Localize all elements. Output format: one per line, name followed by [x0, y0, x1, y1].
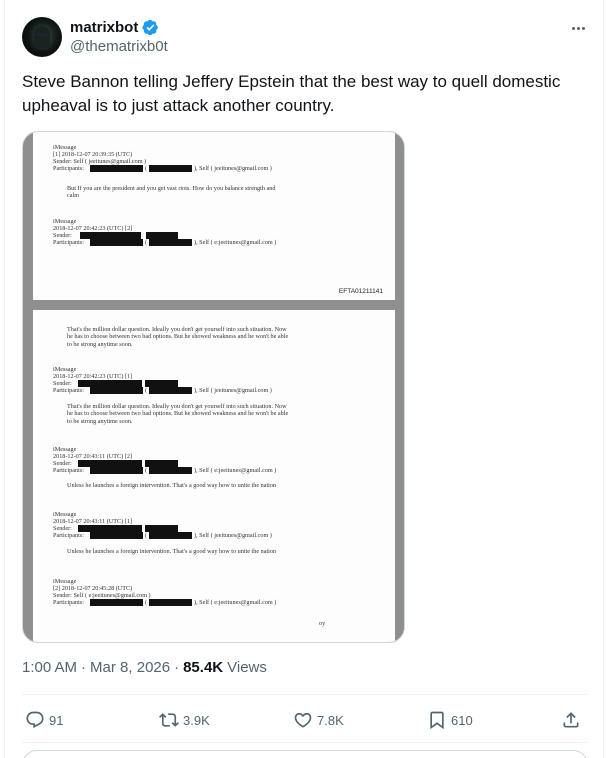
- doc-participants-label: Participants:: [53, 532, 84, 539]
- like-count: 7.8K: [317, 712, 344, 728]
- doc-participants-label: Participants:: [53, 387, 84, 394]
- redaction-bar: [149, 532, 192, 539]
- verified-badge-icon[interactable]: [142, 19, 159, 36]
- redaction-bar: [90, 239, 143, 246]
- doc-participants-self: ), Self ( jeeitunes@gmail.com ): [194, 532, 272, 539]
- doc-participants-self: ), Self ( e:jeeitunes@gmail.com ): [194, 239, 277, 246]
- repost-count: 3.9K: [183, 712, 210, 728]
- divider: [22, 742, 588, 743]
- author-handle[interactable]: @thematrixb0t: [70, 38, 168, 55]
- tweet-date[interactable]: Mar 8, 2026: [90, 659, 170, 676]
- doc-message-body: Unless he launches a foreign interventio…: [67, 548, 277, 555]
- doc-message-time: [1] 2018-12-07 20:39:35 (UTC): [53, 151, 133, 158]
- doc-message-type: iMessage: [53, 218, 77, 225]
- redaction-bar: [146, 232, 178, 239]
- bookmark-count: 610: [451, 712, 473, 728]
- like-button[interactable]: 7.8K: [293, 706, 344, 734]
- views-count: 85.4K: [183, 659, 224, 676]
- avatar-sunglasses-right: [43, 33, 48, 36]
- redaction-bar: [145, 525, 178, 532]
- redaction-bar: [149, 467, 192, 474]
- redaction-bar: [90, 387, 143, 394]
- redaction-bar: [90, 599, 143, 606]
- doc-participants-label: Participants:: [53, 165, 84, 172]
- tweet-time[interactable]: 1:00 AM: [22, 659, 77, 676]
- redaction-bar: [80, 232, 141, 239]
- tweet-media-image[interactable]: iMessage [1] 2018-12-07 20:39:35 (UTC) S…: [22, 131, 405, 643]
- doc-participants-self: ), Self ( jeeitunes@gmail.com ): [194, 387, 272, 394]
- reply-composer[interactable]: [22, 750, 588, 758]
- redaction-bar: [78, 380, 142, 387]
- doc-message-type: iMessage: [53, 366, 77, 373]
- doc-message-body: That's the million dollar question. Idea…: [67, 326, 289, 348]
- more-options-icon[interactable]: [568, 18, 588, 38]
- redaction-bar: [145, 460, 178, 467]
- heart-icon: [294, 712, 312, 728]
- bookmark-button[interactable]: 610: [427, 706, 473, 734]
- meta-separator: ·: [174, 659, 180, 676]
- doc-sender-label: Sender:: [53, 525, 72, 532]
- doc-message-body: But If you are the president and you get…: [67, 185, 276, 200]
- document-page-2: That's the million dollar question. Idea…: [33, 310, 395, 642]
- doc-message-type: iMessage: [53, 511, 77, 518]
- doc-message-time: 2018-12-07 20:42:23 (UTC) [2]: [53, 225, 133, 232]
- doc-message-time: [2] 2018-12-07 20:45:28 (UTC): [53, 585, 133, 592]
- redaction-bar: [90, 165, 143, 172]
- repost-icon: [159, 713, 179, 727]
- doc-sender-label: Sender:: [53, 460, 72, 467]
- doc-message-type: iMessage: [53, 144, 77, 151]
- doc-participants-self: ), Self ( e:jeeitunes@gmail.com ): [194, 599, 277, 606]
- doc-message-sender: Sender: Self ( e:jeeitunes@gmail.com ): [53, 592, 151, 599]
- redaction-bar: [78, 460, 142, 467]
- divider: [22, 694, 588, 695]
- doc-message-time: 2018-12-07 20:43:11 (UTC) [1]: [53, 518, 132, 525]
- doc-participants-self: ), Self ( jeeitunes@gmail.com ): [194, 165, 272, 172]
- doc-message-body: oy: [319, 620, 326, 627]
- redaction-bar: [149, 165, 192, 172]
- reply-button[interactable]: 91: [25, 706, 63, 734]
- doc-participants-label: Participants:: [53, 599, 84, 606]
- author-display-name[interactable]: matrixbot: [70, 19, 138, 36]
- bookmark-icon: [430, 711, 444, 730]
- doc-participants-label: Participants:: [53, 467, 84, 474]
- redaction-bar: [90, 467, 143, 474]
- redaction-bar: [145, 380, 178, 387]
- author-name-row[interactable]: matrixbot: [70, 18, 159, 36]
- reply-icon: [26, 711, 44, 729]
- tweet-meta: 1:00 AM · Mar 8, 2026 · 85.4K Views: [22, 659, 267, 676]
- redaction-bar: [149, 599, 192, 606]
- doc-participants-label: Participants:: [53, 239, 84, 246]
- doc-participants-self: ), Self ( e:jeeitunes@gmail.com ): [194, 467, 277, 474]
- doc-message-type: iMessage: [53, 578, 77, 585]
- reply-count: 91: [49, 712, 64, 728]
- views-label: Views: [227, 659, 267, 676]
- redaction-bar: [90, 532, 143, 539]
- doc-message-body: Unless he launches a foreign interventio…: [67, 482, 277, 489]
- avatar-sunglasses-left: [37, 33, 42, 36]
- redaction-bar: [149, 239, 192, 246]
- efta-document-id: EFTA01211141: [338, 288, 383, 295]
- meta-separator: ·: [81, 659, 87, 676]
- doc-message-sender: Sender: Self ( jeeitunes@gmail.com ): [53, 158, 147, 165]
- share-button[interactable]: [561, 706, 581, 734]
- redaction-bar: [78, 525, 142, 532]
- doc-sender-label: Sender:: [53, 380, 72, 387]
- repost-button[interactable]: 3.9K: [159, 706, 210, 734]
- author-avatar[interactable]: [22, 17, 62, 57]
- document-page-1: iMessage [1] 2018-12-07 20:39:35 (UTC) S…: [33, 132, 395, 300]
- avatar-figure: [34, 26, 50, 48]
- share-icon: [563, 712, 579, 728]
- doc-message-body: That's the million dollar question. Idea…: [67, 403, 289, 425]
- redaction-bar: [149, 387, 192, 394]
- doc-message-time: 2018-12-07 20:43:11 (UTC) [2]: [53, 453, 132, 460]
- tweet-text: Steve Bannon telling Jeffery Epstein tha…: [22, 72, 561, 115]
- action-bar: 91 3.9K 7.8K 610: [22, 706, 588, 734]
- doc-message-time: 2018-12-07 20:42:23 (UTC) [1]: [53, 373, 133, 380]
- doc-message-type: iMessage: [53, 446, 77, 453]
- doc-sender-label: Sender:: [53, 232, 72, 239]
